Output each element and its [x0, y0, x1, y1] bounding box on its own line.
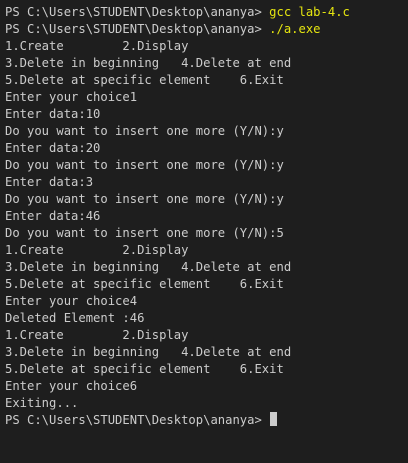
output-line: Exiting...: [5, 396, 79, 410]
prompt: PS C:\Users\STUDENT\Desktop\ananya>: [5, 5, 270, 19]
menu-line-3: 5.Delete at specific element 6.Exit: [5, 362, 284, 376]
output-line: Enter data:3: [5, 175, 94, 189]
output-line: Enter your choice1: [5, 90, 138, 104]
menu-line-3: 5.Delete at specific element 6.Exit: [5, 277, 284, 291]
terminal-line: PS C:\Users\STUDENT\Desktop\ananya> ./a.…: [5, 21, 408, 38]
output-line: Deleted Element :46: [5, 311, 145, 325]
output-line: Enter data:20: [5, 141, 101, 155]
output-line: Enter your choice6: [5, 379, 138, 393]
terminal-panel[interactable]: PS C:\Users\STUDENT\Desktop\ananya> gcc …: [0, 0, 408, 463]
prompt: PS C:\Users\STUDENT\Desktop\ananya>: [5, 413, 270, 427]
menu-line-1: 1.Create 2.Display: [5, 328, 189, 342]
menu-line-1: 1.Create 2.Display: [5, 39, 189, 53]
menu-line-2: 3.Delete in beginning 4.Delete at end: [5, 345, 292, 359]
output-line: Enter your choice4: [5, 294, 138, 308]
output-line: Enter data:10: [5, 107, 101, 121]
command-text: ./a.exe: [269, 22, 321, 36]
menu-line-3: 5.Delete at specific element 6.Exit: [5, 73, 284, 87]
menu-line-1: 1.Create 2.Display: [5, 243, 189, 257]
terminal-line[interactable]: PS C:\Users\STUDENT\Desktop\ananya>: [5, 412, 408, 429]
prompt: PS C:\Users\STUDENT\Desktop\ananya>: [5, 22, 270, 36]
output-line: Do you want to insert one more (Y/N):y: [5, 158, 284, 172]
text-cursor: [270, 412, 278, 426]
menu-line-2: 3.Delete in beginning 4.Delete at end: [5, 260, 292, 274]
output-line: Enter data:46: [5, 209, 101, 223]
command-text: gcc lab-4.c: [269, 5, 350, 19]
output-line: Do you want to insert one more (Y/N):y: [5, 192, 284, 206]
terminal-line: PS C:\Users\STUDENT\Desktop\ananya> gcc …: [5, 4, 408, 21]
menu-line-2: 3.Delete in beginning 4.Delete at end: [5, 56, 292, 70]
output-line: Do you want to insert one more (Y/N):5: [5, 226, 284, 240]
output-line: Do you want to insert one more (Y/N):y: [5, 124, 284, 138]
